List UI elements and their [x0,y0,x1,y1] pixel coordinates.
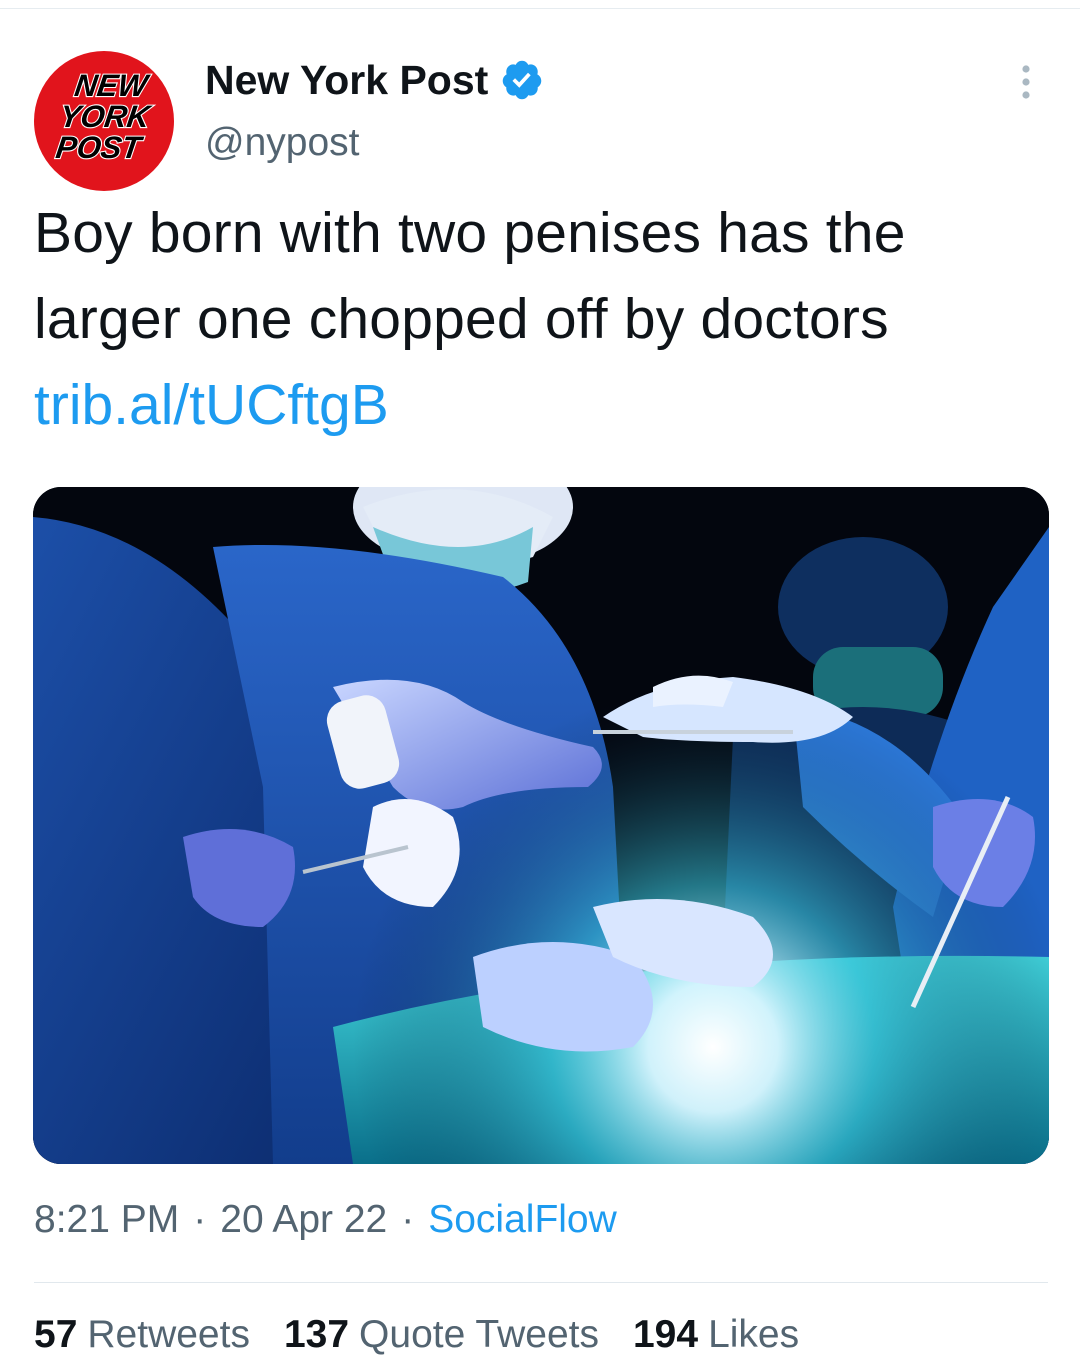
tweet-source[interactable]: SocialFlow [428,1198,617,1241]
retweets-stat[interactable]: 57 Retweets [34,1313,250,1357]
more-options-icon[interactable] [1006,60,1046,104]
top-divider [0,8,1080,9]
retweets-label: Retweets [87,1313,250,1356]
tweet-meta: 8:21 PM · 20 Apr 22 · SocialFlow [34,1198,617,1242]
tweet-text: Boy born with two penises has the larger… [34,201,906,351]
quote-tweets-count: 137 [283,1313,350,1356]
logo-line-2: YORK [58,99,155,134]
logo-line-3: POST [54,130,146,165]
likes-label: Likes [708,1313,800,1356]
likes-stat[interactable]: 194 Likes [633,1313,799,1357]
tweet-media-image[interactable] [33,487,1049,1164]
verified-badge-icon [503,60,542,100]
quote-tweets-stat[interactable]: 137 Quote Tweets [284,1313,599,1357]
author-handle[interactable]: @nypost [205,121,360,165]
tweet-stats: 57 Retweets 137 Quote Tweets 194 Likes [34,1313,799,1357]
surgery-photo [33,487,1049,1164]
retweets-count: 57 [34,1313,78,1356]
tweet-time[interactable]: 8:21 PM [34,1198,179,1241]
tweet-link[interactable]: trib.al/tUCftgB [34,362,389,448]
author-name-row[interactable]: New York Post [205,52,544,108]
meta-separator: · [193,1198,207,1241]
logo-line-1: NEW [73,68,153,103]
avatar[interactable]: NEW YORK POST [34,51,174,191]
meta-separator: · [401,1198,415,1241]
likes-count: 194 [632,1313,699,1356]
display-name: New York Post [205,56,489,103]
tweet-date[interactable]: 20 Apr 22 [220,1198,387,1241]
stats-divider [34,1282,1048,1283]
quote-tweets-label: Quote Tweets [359,1313,599,1356]
new-york-post-logo: NEW YORK POST [53,67,156,166]
